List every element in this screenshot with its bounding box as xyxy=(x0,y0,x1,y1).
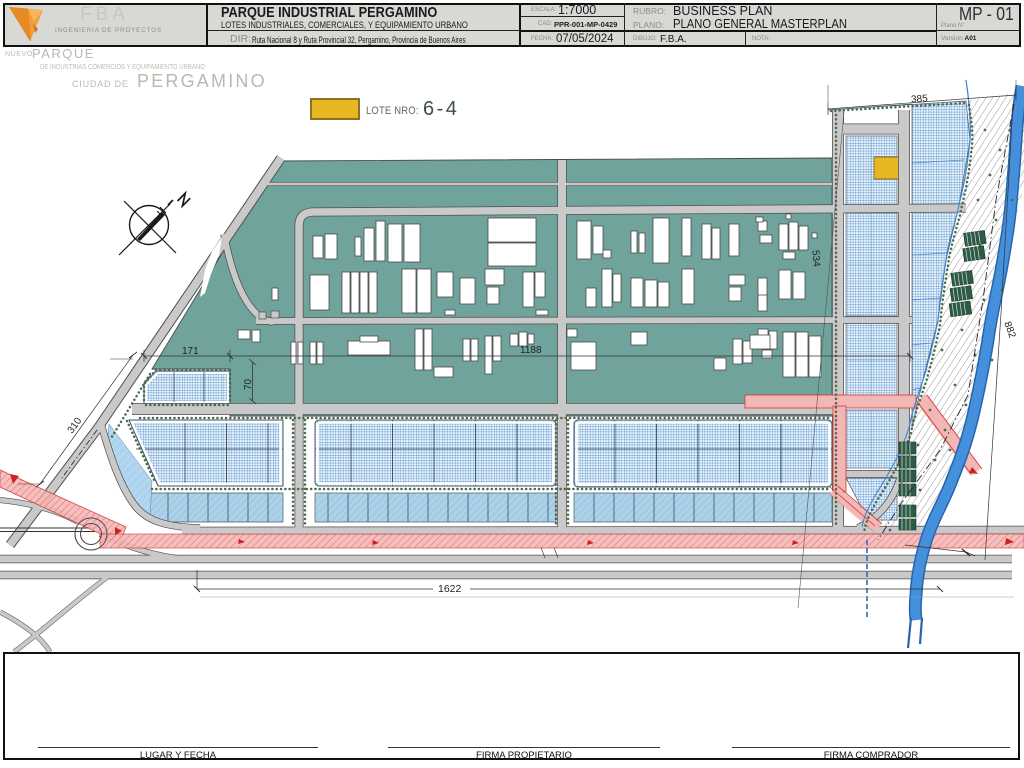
svg-text:385: 385 xyxy=(911,93,929,105)
svg-text:1622: 1622 xyxy=(438,583,462,595)
svg-text:70: 70 xyxy=(243,378,254,390)
svg-text:310: 310 xyxy=(66,415,85,435)
svg-text:171: 171 xyxy=(182,346,199,357)
svg-text:1188: 1188 xyxy=(520,345,542,356)
svg-text:534: 534 xyxy=(809,250,821,268)
svg-text:882: 882 xyxy=(1001,320,1017,340)
